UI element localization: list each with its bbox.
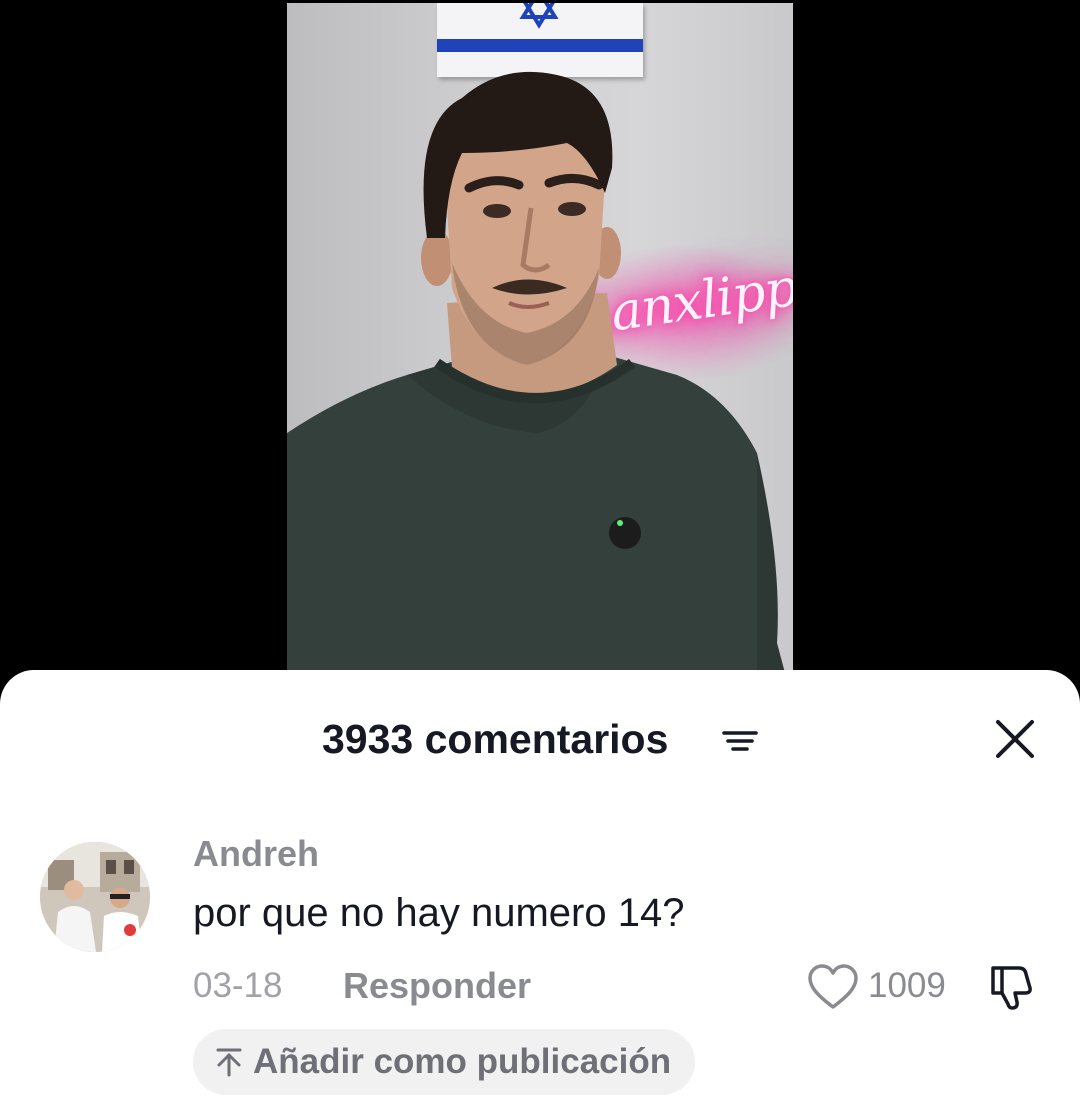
- add-as-post-button[interactable]: Añadir como publicación: [193, 1029, 696, 1095]
- reply-button[interactable]: Responder: [343, 964, 531, 1008]
- add-as-post-label: Añadir como publicación: [253, 1042, 672, 1081]
- app-screen: Lanxlipp 3933 comentarios Andreh por que…: [0, 0, 1080, 1108]
- heart-icon[interactable]: [807, 963, 859, 1011]
- close-icon[interactable]: [994, 718, 1036, 760]
- like-count: 1009: [868, 966, 946, 1005]
- comment-date: 03-18: [193, 966, 283, 1005]
- avatar[interactable]: [40, 842, 150, 952]
- comments-header: 3933 comentarios: [0, 714, 1080, 764]
- comment-item: Andreh por que no hay numero 14? 03-18 R…: [0, 830, 1080, 1100]
- comment-count-title: 3933 comentarios: [322, 716, 669, 762]
- sparkle-icon: [216, 1048, 242, 1077]
- comment-text: por que no hay numero 14?: [193, 891, 685, 935]
- person-figure: [287, 71, 793, 703]
- comments-sheet: 3933 comentarios Andreh por que no hay n…: [0, 670, 1080, 1108]
- video-player[interactable]: Lanxlipp: [287, 3, 793, 703]
- avatar-photo: [40, 842, 150, 952]
- comment-author[interactable]: Andreh: [193, 832, 319, 876]
- thumbs-down-icon[interactable]: [987, 962, 1039, 1012]
- sort-lines-icon[interactable]: [722, 730, 758, 752]
